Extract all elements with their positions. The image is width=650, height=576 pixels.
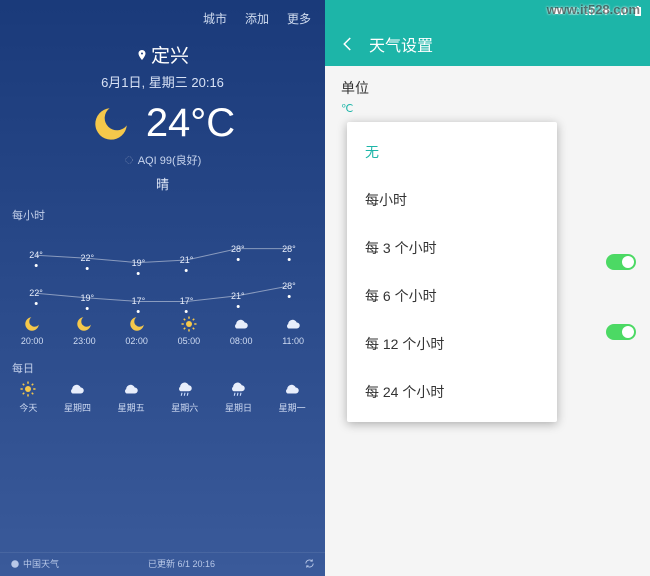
china-weather-icon bbox=[10, 559, 20, 569]
hourly-cell: 02:00 bbox=[125, 315, 148, 346]
day-label: 星期四 bbox=[64, 401, 91, 414]
hourly-cell: 20:00 bbox=[21, 315, 44, 346]
dropdown-item[interactable]: 无 bbox=[347, 128, 557, 176]
dropdown-item[interactable]: 每小时 bbox=[347, 176, 557, 224]
more-link[interactable]: 更多 bbox=[287, 10, 311, 27]
day-label: 星期日 bbox=[225, 401, 252, 414]
dropdown-item[interactable]: 每 3 个小时 bbox=[347, 224, 557, 272]
aqi-icon bbox=[124, 155, 134, 165]
settings-body: 单位 ℃ bbox=[325, 66, 650, 127]
chart-point: 24° bbox=[29, 250, 43, 260]
dropdown-item[interactable]: 每 24 个小时 bbox=[347, 368, 557, 416]
hour-label: 02:00 bbox=[125, 336, 148, 346]
interval-dropdown: 无每小时每 3 个小时每 6 个小时每 12 个小时每 24 个小时 bbox=[347, 122, 557, 422]
hourly-cell: 23:00 bbox=[73, 315, 96, 346]
chart-point: 28° bbox=[231, 244, 245, 254]
rain-icon bbox=[176, 380, 194, 398]
hourly-chart-low: 22° 19° 17° 17° 21° 28° bbox=[12, 277, 313, 313]
back-arrow-icon[interactable] bbox=[339, 35, 357, 53]
chart-point: 17° bbox=[132, 296, 146, 306]
aqi-row: AQI 99(良好) bbox=[0, 152, 325, 168]
current-weather: 定兴 6月1日, 星期三 20:16 24°C AQI 99(良好) 晴 bbox=[0, 33, 325, 199]
cloud-icon bbox=[284, 315, 302, 333]
hour-label: 20:00 bbox=[21, 336, 44, 346]
chart-lines-low bbox=[12, 277, 313, 313]
daily-cell: 今天 bbox=[19, 380, 37, 414]
hourly-cell: 05:00 bbox=[178, 315, 201, 346]
cloud-icon bbox=[232, 315, 250, 333]
location-pin-icon bbox=[136, 48, 148, 62]
setting-unit-value: ℃ bbox=[341, 102, 634, 115]
hour-label: 08:00 bbox=[230, 336, 253, 346]
hourly-label: 每小时 bbox=[0, 199, 325, 225]
chart-point: 22° bbox=[80, 253, 94, 263]
hourly-icons: 20:00 23:00 02:00 05:00 08:00 11:00 bbox=[6, 315, 319, 346]
chart-point: 28° bbox=[282, 244, 296, 254]
chart-point: 17° bbox=[180, 296, 194, 306]
chart-point: 19° bbox=[80, 293, 94, 303]
chart-point: 22° bbox=[29, 288, 43, 298]
toggle-switch-2[interactable] bbox=[606, 324, 636, 340]
daily-cell: 星期一 bbox=[279, 380, 306, 414]
weather-footer: 中国天气 已更新 6/1 20:16 bbox=[0, 552, 325, 576]
hourly-cell: 08:00 bbox=[230, 315, 253, 346]
hourly-forecast: 24° 22° 19° 21° 28° 28° 22° 19° 17° 17° … bbox=[0, 225, 325, 352]
sun-icon bbox=[19, 380, 37, 398]
day-label: 星期五 bbox=[118, 401, 145, 414]
daily-row: 今天 星期四 星期五 星期六 星期日 星期一 bbox=[6, 380, 319, 414]
temperature-value: 24°C bbox=[146, 101, 235, 146]
city-link[interactable]: 城市 bbox=[203, 10, 227, 27]
hourly-chart-high: 24° 22° 19° 21° 28° 28° bbox=[12, 231, 313, 275]
updated-text: 已更新 6/1 20:16 bbox=[59, 557, 304, 570]
chart-lines-high bbox=[12, 231, 313, 275]
top-menu: 城市 添加 更多 bbox=[0, 0, 325, 33]
brand-row: 中国天气 bbox=[10, 557, 59, 570]
watermark: www.it528.com bbox=[547, 2, 640, 17]
hourly-cell: 11:00 bbox=[282, 315, 304, 346]
rain-icon bbox=[229, 380, 247, 398]
dropdown-item[interactable]: 每 12 个小时 bbox=[347, 320, 557, 368]
chart-point: 21° bbox=[231, 291, 245, 301]
location-row: 定兴 bbox=[0, 41, 325, 68]
toggle-switch-1[interactable] bbox=[606, 254, 636, 270]
hour-label: 11:00 bbox=[282, 336, 304, 346]
daily-cell: 星期五 bbox=[118, 380, 145, 414]
weather-screen: 城市 添加 更多 定兴 6月1日, 星期三 20:16 24°C AQI 99(… bbox=[0, 0, 325, 576]
cloud-icon bbox=[122, 380, 140, 398]
condition-text: 晴 bbox=[0, 174, 325, 193]
chart-point: 19° bbox=[132, 258, 146, 268]
daily-label: 每日 bbox=[0, 352, 325, 378]
chart-point: 21° bbox=[180, 255, 194, 265]
aqi-text: AQI 99(良好) bbox=[138, 152, 202, 168]
cloud-icon bbox=[68, 380, 86, 398]
settings-screen: HD www.it528.com 天气设置 单位 ℃ 无每小时每 3 个小时每 … bbox=[325, 0, 650, 576]
cloud-icon bbox=[283, 380, 301, 398]
location-name: 定兴 bbox=[151, 41, 189, 68]
day-label: 星期一 bbox=[279, 401, 306, 414]
moon-icon bbox=[90, 103, 132, 145]
appbar-title: 天气设置 bbox=[369, 32, 433, 56]
app-bar: 天气设置 bbox=[325, 22, 650, 66]
add-link[interactable]: 添加 bbox=[245, 10, 269, 27]
brand-text: 中国天气 bbox=[23, 557, 59, 570]
daily-cell: 星期日 bbox=[225, 380, 252, 414]
moon-icon bbox=[75, 315, 93, 333]
moon-icon bbox=[23, 315, 41, 333]
chart-point: 28° bbox=[282, 281, 296, 291]
daily-forecast: 今天 星期四 星期五 星期六 星期日 星期一 bbox=[0, 378, 325, 418]
hour-label: 23:00 bbox=[73, 336, 96, 346]
hour-label: 05:00 bbox=[178, 336, 201, 346]
dropdown-item[interactable]: 每 6 个小时 bbox=[347, 272, 557, 320]
day-label: 今天 bbox=[19, 401, 37, 414]
daily-cell: 星期六 bbox=[171, 380, 198, 414]
temperature-row: 24°C bbox=[0, 101, 325, 146]
daily-cell: 星期四 bbox=[64, 380, 91, 414]
moon-icon bbox=[128, 315, 146, 333]
refresh-icon[interactable] bbox=[304, 558, 315, 569]
datetime-text: 6月1日, 星期三 20:16 bbox=[0, 72, 325, 91]
sun-icon bbox=[180, 315, 198, 333]
setting-unit-title[interactable]: 单位 bbox=[341, 78, 634, 98]
day-label: 星期六 bbox=[171, 401, 198, 414]
